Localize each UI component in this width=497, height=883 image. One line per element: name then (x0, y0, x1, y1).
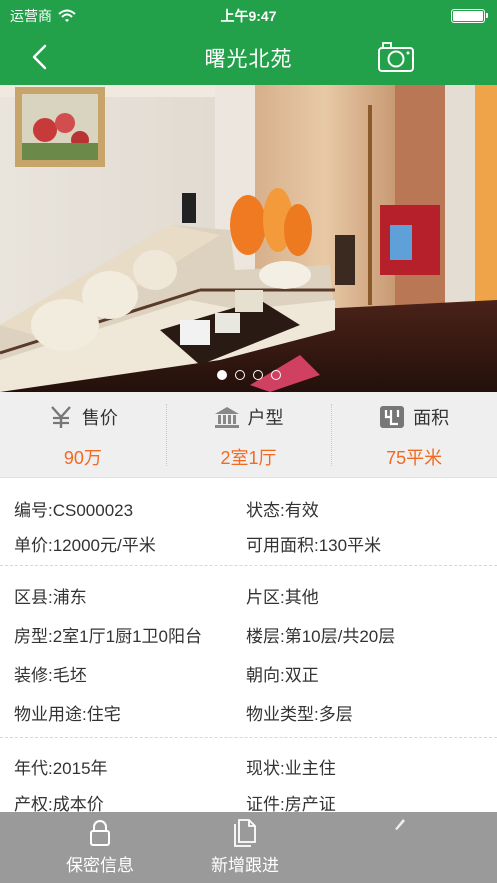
lock-icon (90, 820, 110, 846)
bottom-action-bar: 保密信息 新增跟进 (0, 812, 497, 883)
detail-occupancy: 现状:业主住 (246, 759, 336, 778)
camera-icon (378, 42, 414, 72)
yen-icon (50, 406, 71, 428)
property-details: 编号:CS000023 状态:有效 单价:12000元/平米 可用面积:130平… (0, 478, 497, 814)
living-room-photo (0, 85, 497, 392)
house-icon (214, 407, 239, 428)
summary-layout: 户型 2室1厅 (165, 392, 332, 477)
divider (0, 565, 497, 566)
status-bar: 运营商 上午9:47 (0, 0, 497, 30)
detail-status: 状态:有效 (246, 501, 319, 520)
battery-icon (451, 9, 488, 23)
camera-button[interactable] (377, 41, 415, 73)
detail-zone: 片区:其他 (246, 588, 319, 607)
detail-unit-price: 单价:12000元/平米 (14, 536, 156, 555)
detail-property-type: 物业类型:多层 (246, 705, 353, 724)
divider (0, 737, 497, 738)
confidential-info-button[interactable]: 保密信息 (40, 812, 160, 883)
detail-district: 区县:浦东 (14, 588, 87, 607)
pen-button[interactable] (370, 812, 430, 883)
pen-icon (395, 819, 405, 830)
carousel-indicator (0, 370, 497, 380)
detail-room-layout: 房型:2室1厅1厨1卫0阳台 (14, 627, 202, 646)
summary-area-label: 面积 (413, 408, 450, 428)
property-photo-carousel[interactable] (0, 85, 497, 392)
add-followup-button[interactable]: 新增跟进 (185, 812, 305, 883)
detail-decoration: 装修:毛坯 (14, 666, 87, 685)
detail-year: 年代:2015年 (14, 759, 108, 778)
summary-layout-value: 2室1厅 (220, 448, 277, 468)
summary-area-value: 75平米 (386, 448, 443, 468)
summary-layout-label: 户型 (247, 408, 284, 428)
carousel-dot[interactable] (234, 370, 245, 380)
add-followup-label: 新增跟进 (211, 856, 279, 875)
detail-usage: 物业用途:住宅 (14, 705, 121, 724)
summary-price: 售价 90万 (0, 392, 166, 477)
summary-price-value: 90万 (63, 448, 102, 468)
carousel-dot[interactable] (216, 370, 227, 380)
detail-floor: 楼层:第10层/共20层 (246, 627, 396, 646)
detail-code: 编号:CS000023 (14, 501, 134, 520)
detail-orientation: 朝向:双正 (246, 666, 319, 685)
summary-area: 面积 75平米 (331, 392, 497, 477)
area-icon (380, 406, 405, 428)
carousel-dot[interactable] (270, 370, 281, 380)
carousel-dot[interactable] (252, 370, 263, 380)
status-time: 上午9:47 (220, 8, 277, 24)
nav-bar: 曙光北苑 (0, 30, 497, 85)
detail-usable-area: 可用面积:130平米 (246, 536, 382, 555)
document-icon (234, 819, 256, 847)
summary-price-label: 售价 (81, 408, 118, 428)
summary-strip: 售价 90万 户型 2室1厅 面积 75平米 (0, 392, 497, 478)
page-title: 曙光北苑 (204, 48, 293, 71)
confidential-info-label: 保密信息 (66, 856, 134, 875)
